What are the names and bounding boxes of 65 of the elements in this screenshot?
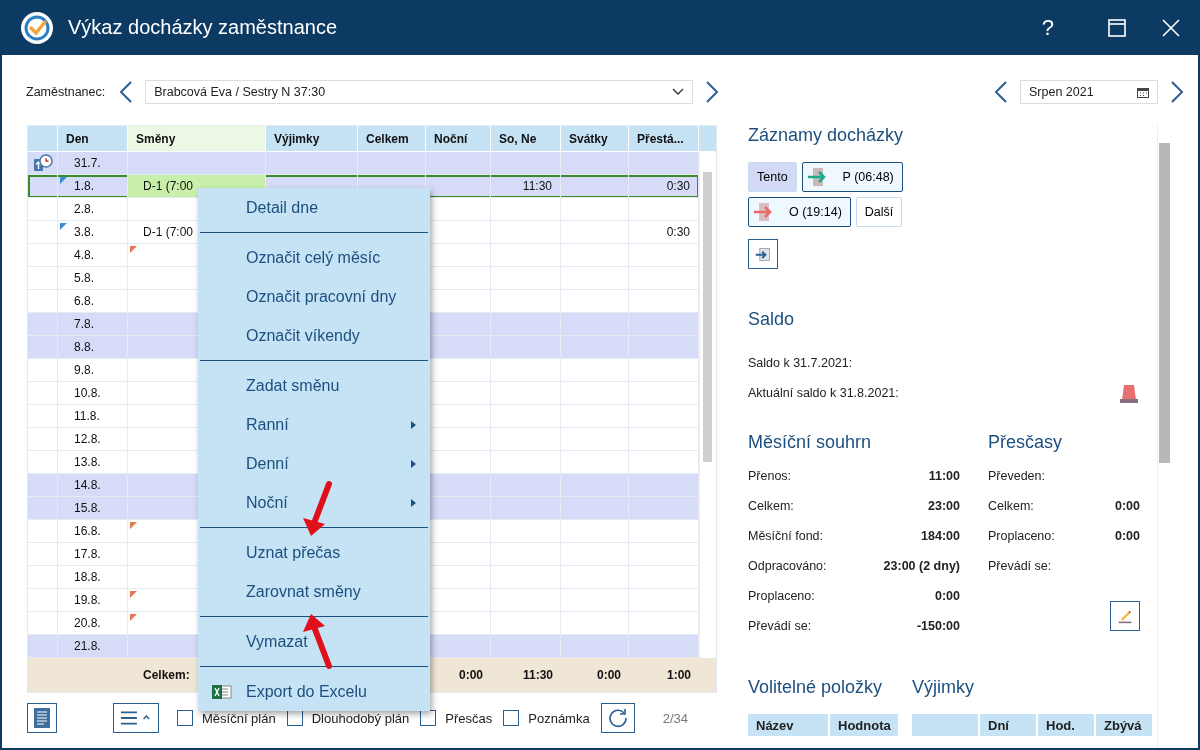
day-cell: 31.7. — [74, 156, 101, 170]
day-cell: 12.8. — [74, 432, 101, 446]
field-label: Přenos: — [748, 469, 792, 483]
window-title: Výkaz docházky zaměstnance — [68, 16, 339, 39]
field-value: -150:00 — [916, 619, 960, 633]
day-cell: 2.8. — [74, 202, 94, 216]
day-cell: 18.8. — [74, 570, 101, 584]
day-cell: 10.8. — [74, 386, 101, 400]
day-cell: 3.8. — [74, 225, 94, 239]
checkbox-label: Měsíční plán — [202, 710, 276, 726]
saldo-label: Saldo k 31.7.2021: — [748, 356, 853, 370]
day-cell: 19.8. — [74, 593, 101, 607]
total-value: 1:00 — [666, 668, 691, 682]
day-cell: 14.8. — [74, 478, 101, 492]
field-label: Proplaceno: — [988, 529, 1055, 543]
checkbox-label: Dlouhodobý plán — [311, 710, 410, 726]
field-value: 184:00 — [921, 529, 960, 543]
field-value: 0:00 — [934, 589, 960, 603]
total-value: 0:00 — [458, 668, 483, 682]
section-title: Přesčasy — [988, 432, 1064, 453]
table-cell: 0:30 — [666, 225, 690, 239]
day-cell: 16.8. — [74, 524, 101, 538]
checkbox-label: Poznámka — [528, 710, 590, 726]
field-value: 11:00 — [928, 469, 960, 483]
day-cell: 17.8. — [74, 547, 101, 561]
field-label: Převádí se: — [988, 559, 1052, 573]
section-title: Volitelné položky — [748, 677, 884, 698]
day-cell: 9.8. — [74, 363, 94, 377]
field-label: Převádí se: — [748, 619, 812, 633]
table-cell: D-1 (7:00 — [143, 179, 194, 193]
table-cell: D-1 (7:00 — [143, 225, 194, 239]
field-label: Převeden: — [988, 469, 1045, 483]
section-title: Saldo — [748, 309, 795, 330]
field-label: Celkem: — [748, 499, 794, 513]
day-cell: 5.8. — [74, 271, 94, 285]
field-label: Proplaceno: — [748, 589, 815, 603]
section-title: Měsíční souhrn — [748, 432, 873, 453]
section-title: Výjimky — [912, 677, 975, 698]
day-cell: 21.8. — [74, 639, 101, 653]
day-cell: 15.8. — [74, 501, 101, 515]
day-cell: 20.8. — [74, 616, 101, 630]
table-cell: 11:30 — [522, 179, 552, 193]
field-label: Odpracováno: — [748, 559, 827, 573]
saldo-label: Aktuální saldo k 31.8.2021: — [748, 386, 899, 400]
totals-label: Celkem: — [143, 668, 190, 682]
day-cell: 4.8. — [74, 248, 94, 262]
table-cell: 0:30 — [666, 179, 690, 193]
employee-label: Zaměstnanec: — [26, 85, 106, 99]
day-cell: 1.8. — [74, 179, 94, 193]
field-label: Měsíční fond: — [748, 529, 824, 543]
field-label: Celkem: — [988, 499, 1034, 513]
field-value: 0:00 — [1114, 499, 1140, 513]
field-value: 0:00 — [1114, 529, 1140, 543]
day-cell: 6.8. — [74, 294, 94, 308]
day-cell: 8.8. — [74, 340, 94, 354]
total-value: 11:30 — [522, 668, 553, 682]
day-cell: 11.8. — [74, 409, 100, 423]
section-title: Záznamy docházky — [748, 125, 904, 146]
day-cell: 7.8. — [74, 317, 94, 331]
total-value: 0:00 — [596, 668, 621, 682]
field-value: 23:00 — [928, 499, 960, 513]
day-cell: 13.8. — [74, 455, 101, 469]
page-counter: 2/34 — [662, 710, 688, 726]
field-value: 23:00 (2 dny) — [883, 559, 960, 573]
checkbox-label: Přesčas — [445, 710, 493, 726]
